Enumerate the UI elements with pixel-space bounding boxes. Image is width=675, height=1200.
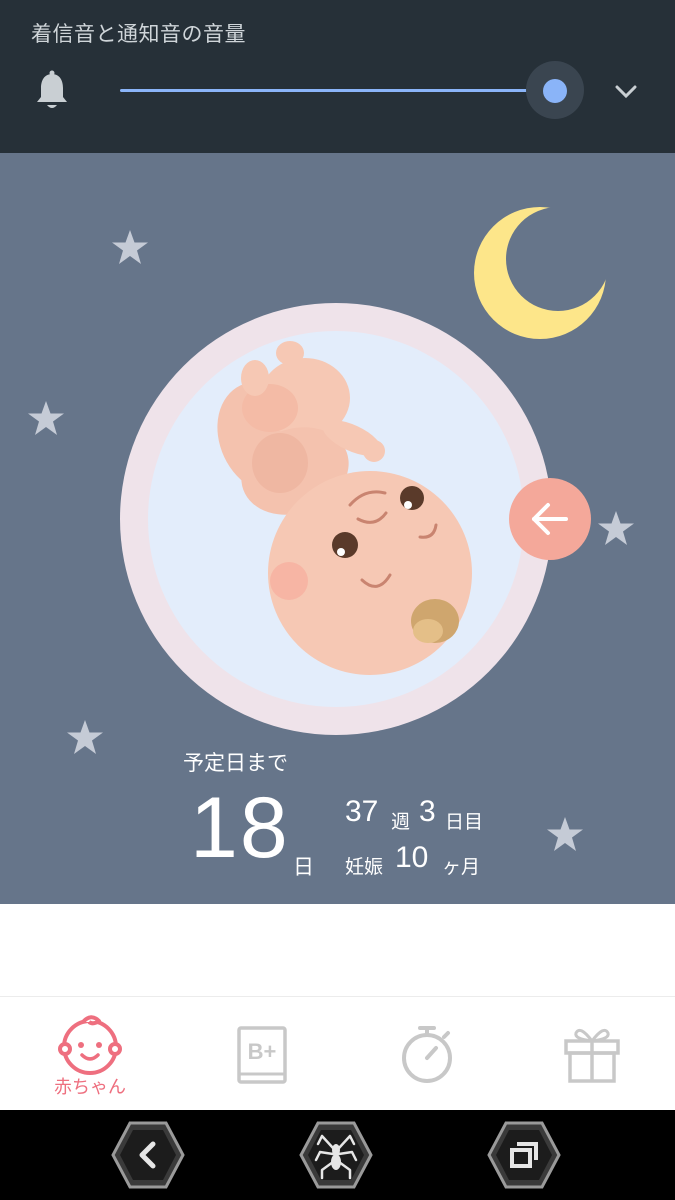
recents-nav-icon[interactable] (486, 1120, 562, 1190)
gift-icon (564, 1028, 620, 1083)
tab-baby-label: 赤ちゃん (54, 1077, 126, 1098)
back-nav-icon[interactable] (110, 1120, 186, 1190)
arrow-left-icon (532, 503, 568, 535)
chevron-down-icon[interactable] (612, 80, 640, 104)
baby-face-icon (58, 1015, 122, 1075)
star-icon (547, 817, 583, 851)
week-unit: 週 (391, 811, 411, 833)
due-date-label: 予定日まで (183, 751, 288, 775)
volume-slider-track[interactable] (120, 89, 556, 92)
volume-panel: 着信音と通知音の音量 (0, 0, 675, 153)
tab-gift[interactable] (508, 997, 675, 1111)
star-icon (598, 511, 634, 545)
book-icon-text: B+ (248, 1039, 277, 1064)
tab-baby[interactable]: 赤ちゃん (6, 997, 174, 1111)
month-number: 10 (395, 841, 429, 874)
pregnancy-hero: 予定日まで 18 日 37 週 3 日目 妊娠 10 ヶ月 (0, 153, 675, 904)
days-remaining: 18 (190, 780, 290, 876)
back-button[interactable] (509, 478, 591, 560)
week-number: 37 (345, 795, 379, 828)
volume-title: 着信音と通知音の音量 (31, 22, 246, 46)
star-icon (67, 720, 103, 754)
volume-slider-thumb[interactable] (543, 79, 567, 103)
home-spider-icon[interactable] (298, 1120, 374, 1190)
baby-womb-illustration (120, 303, 552, 735)
star-icon (28, 401, 64, 435)
bottom-tab-bar: 赤ちゃん B+ (0, 996, 675, 1111)
tab-book[interactable]: B+ (178, 997, 346, 1111)
tab-stopwatch[interactable] (343, 997, 511, 1111)
month-unit: ヶ月 (442, 856, 481, 878)
day-unit: 日目 (445, 811, 484, 833)
days-unit: 日 (293, 855, 314, 879)
star-icon (112, 230, 148, 264)
stopwatch-icon (402, 1026, 452, 1083)
system-nav-bar (0, 1110, 675, 1200)
book-icon: B+ (237, 1026, 287, 1084)
pregnancy-label: 妊娠 (345, 856, 384, 878)
day-number: 3 (419, 795, 436, 828)
bell-icon[interactable] (32, 70, 72, 112)
